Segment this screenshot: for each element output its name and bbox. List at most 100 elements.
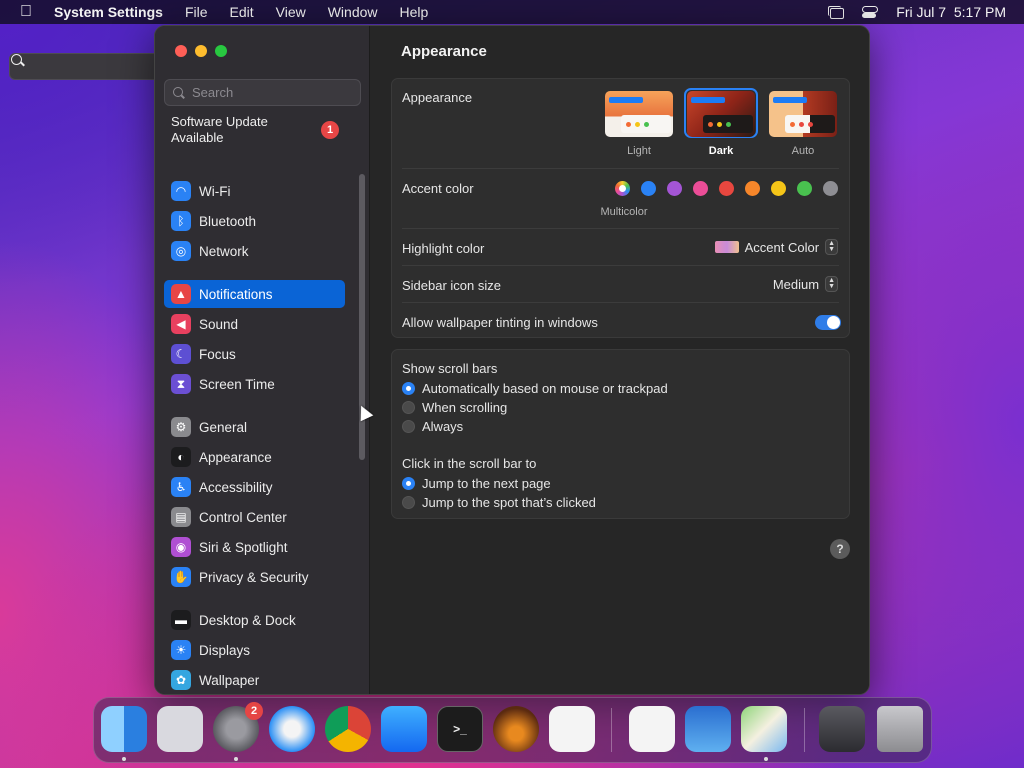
close-button[interactable]: [175, 45, 187, 57]
sidebar-item-sound[interactable]: ◀ Sound: [164, 310, 345, 338]
menu-window[interactable]: Window: [317, 4, 389, 20]
bell-icon: ▲: [171, 284, 191, 304]
terminal-icon[interactable]: >_: [437, 706, 483, 752]
radio-button[interactable]: [402, 382, 415, 395]
dock-badge: 2: [245, 702, 263, 720]
menu-file[interactable]: File: [174, 4, 219, 20]
jump-to-spot-option[interactable]: Jump to the spot that’s clicked: [402, 495, 596, 510]
accent-color-swatch[interactable]: [797, 181, 812, 196]
guitar-icon[interactable]: [493, 706, 539, 752]
appearance-light-option[interactable]: [605, 91, 673, 137]
sidebar-item-focus[interactable]: ☾ Focus: [164, 340, 345, 368]
sidebar: Software Update Available 1 ◠ Wi-Fi ᛒ Bluet…: [155, 26, 370, 694]
control-center-icon: ▤: [171, 507, 191, 527]
software-update-item[interactable]: Software Update Available 1: [171, 114, 351, 146]
accent-color-swatch[interactable]: [771, 181, 786, 196]
sidebar-item-accessibility[interactable]: ♿ Accessibility: [164, 473, 345, 501]
sidebar-item-general[interactable]: ⚙ General: [164, 413, 345, 441]
sidebar-item-desktop-dock[interactable]: ▬ Desktop & Dock: [164, 606, 345, 634]
option-label: Jump to the next page: [422, 476, 551, 491]
bluetooth-icon: ᛒ: [171, 211, 191, 231]
sidebar-icon-size-popup[interactable]: Medium ▲ ▼: [773, 276, 838, 292]
accent-color-swatch[interactable]: [667, 181, 682, 196]
sidebar-item-wallpaper[interactable]: ✿ Wallpaper: [164, 666, 345, 694]
sidebar-item-appearance[interactable]: ◐ Appearance: [164, 443, 345, 471]
option-label: When scrolling: [422, 400, 508, 415]
click-scroll-bar-label: Click in the scroll bar to: [402, 456, 537, 471]
help-button[interactable]: ?: [830, 539, 850, 559]
accent-color-swatch[interactable]: [693, 181, 708, 196]
window-switcher-icon[interactable]: [828, 5, 845, 19]
sidebar-item-control-center[interactable]: ▤ Control Center: [164, 503, 345, 531]
appearance-auto-label: Auto: [791, 145, 815, 157]
wallpaper-icon: ✿: [171, 670, 191, 690]
folder-icon[interactable]: [819, 706, 865, 752]
accent-color-swatch[interactable]: [823, 181, 838, 196]
option-label: Automatically based on mouse or trackpad: [422, 381, 668, 396]
radio-button[interactable]: [402, 477, 415, 490]
menu-app-name[interactable]: System Settings: [52, 4, 174, 20]
chrome-icon[interactable]: [325, 706, 371, 752]
launchpad-icon[interactable]: [157, 706, 203, 752]
sidebar-item-label: Wallpaper: [199, 672, 260, 688]
zoom-button[interactable]: [215, 45, 227, 57]
hand-icon: ✋: [171, 567, 191, 587]
accent-multicolor-swatch[interactable]: [615, 181, 630, 196]
sidebar-item-label: Control Center: [199, 509, 287, 525]
radio-button[interactable]: [402, 496, 415, 509]
dock-separator: [804, 708, 805, 752]
scroll-bars-auto-option[interactable]: Automatically based on mouse or trackpad: [402, 381, 668, 396]
sun-icon: ☀: [171, 640, 191, 660]
maps-icon[interactable]: [741, 706, 787, 752]
globe-icon: ◎: [171, 241, 191, 261]
menu-view[interactable]: View: [265, 4, 317, 20]
highlight-color-popup[interactable]: Accent Color ▲ ▼: [714, 239, 838, 255]
sidebar-item-bluetooth[interactable]: ᛒ Bluetooth: [164, 207, 345, 235]
sidebar-item-displays[interactable]: ☀ Displays: [164, 636, 345, 664]
minimize-button[interactable]: [195, 45, 207, 57]
sidebar-item-label: Screen Time: [199, 376, 275, 392]
appearance-light-label: Light: [627, 145, 651, 157]
sidebar-item-privacy-security[interactable]: ✋ Privacy & Security: [164, 563, 345, 591]
accent-color-swatch[interactable]: [745, 181, 760, 196]
option-label: Always: [422, 419, 464, 434]
apple-menu-icon[interactable]: : [0, 3, 52, 21]
appearance-auto-option[interactable]: [769, 91, 837, 137]
sidebar-item-network[interactable]: ◎ Network: [164, 237, 345, 265]
menu-edit[interactable]: Edit: [219, 4, 265, 20]
sidebar-item-label: Displays: [199, 642, 251, 658]
weather-icon[interactable]: [685, 706, 731, 752]
search-input[interactable]: [192, 85, 342, 100]
control-center-icon[interactable]: [862, 5, 879, 19]
radio-button[interactable]: [402, 420, 415, 433]
accent-color-swatch[interactable]: [719, 181, 734, 196]
scroll-bars-always-option[interactable]: Always: [402, 419, 463, 434]
sidebar-item-screen-time[interactable]: ⧗ Screen Time: [164, 370, 345, 398]
safari-icon[interactable]: [269, 706, 315, 752]
jump-next-page-option[interactable]: Jump to the next page: [402, 476, 551, 491]
search-icon: [173, 86, 185, 99]
update-badge: 1: [321, 121, 339, 139]
vscode-icon[interactable]: [549, 706, 595, 752]
scroll-bars-when-scrolling-option[interactable]: When scrolling: [402, 400, 507, 415]
appearance-dark-option[interactable]: [687, 91, 755, 137]
search-field[interactable]: [164, 79, 361, 106]
menubar-clock[interactable]: Fri Jul 7 5:17 PM: [896, 4, 1006, 20]
wifi-icon: ◠: [171, 181, 191, 201]
sidebar-item-notifications[interactable]: ▲ Notifications: [164, 280, 345, 308]
visualstudio-icon[interactable]: [629, 706, 675, 752]
appstore-icon[interactable]: [381, 706, 427, 752]
finder-icon[interactable]: [101, 706, 147, 752]
thumb-bar: [773, 97, 807, 103]
menu-help[interactable]: Help: [389, 4, 440, 20]
running-indicator: [122, 757, 126, 761]
wallpaper-tinting-toggle[interactable]: [815, 315, 841, 330]
highlight-color-value: Accent Color: [744, 239, 820, 255]
trash-icon[interactable]: [877, 706, 923, 752]
dock-icon: ▬: [171, 610, 191, 630]
software-update-label: Software Update Available: [171, 114, 268, 145]
radio-button[interactable]: [402, 401, 415, 414]
sidebar-item-wi-fi[interactable]: ◠ Wi-Fi: [164, 177, 345, 205]
sidebar-item-siri-spotlight[interactable]: ◉ Siri & Spotlight: [164, 533, 345, 561]
accent-color-swatch[interactable]: [641, 181, 656, 196]
